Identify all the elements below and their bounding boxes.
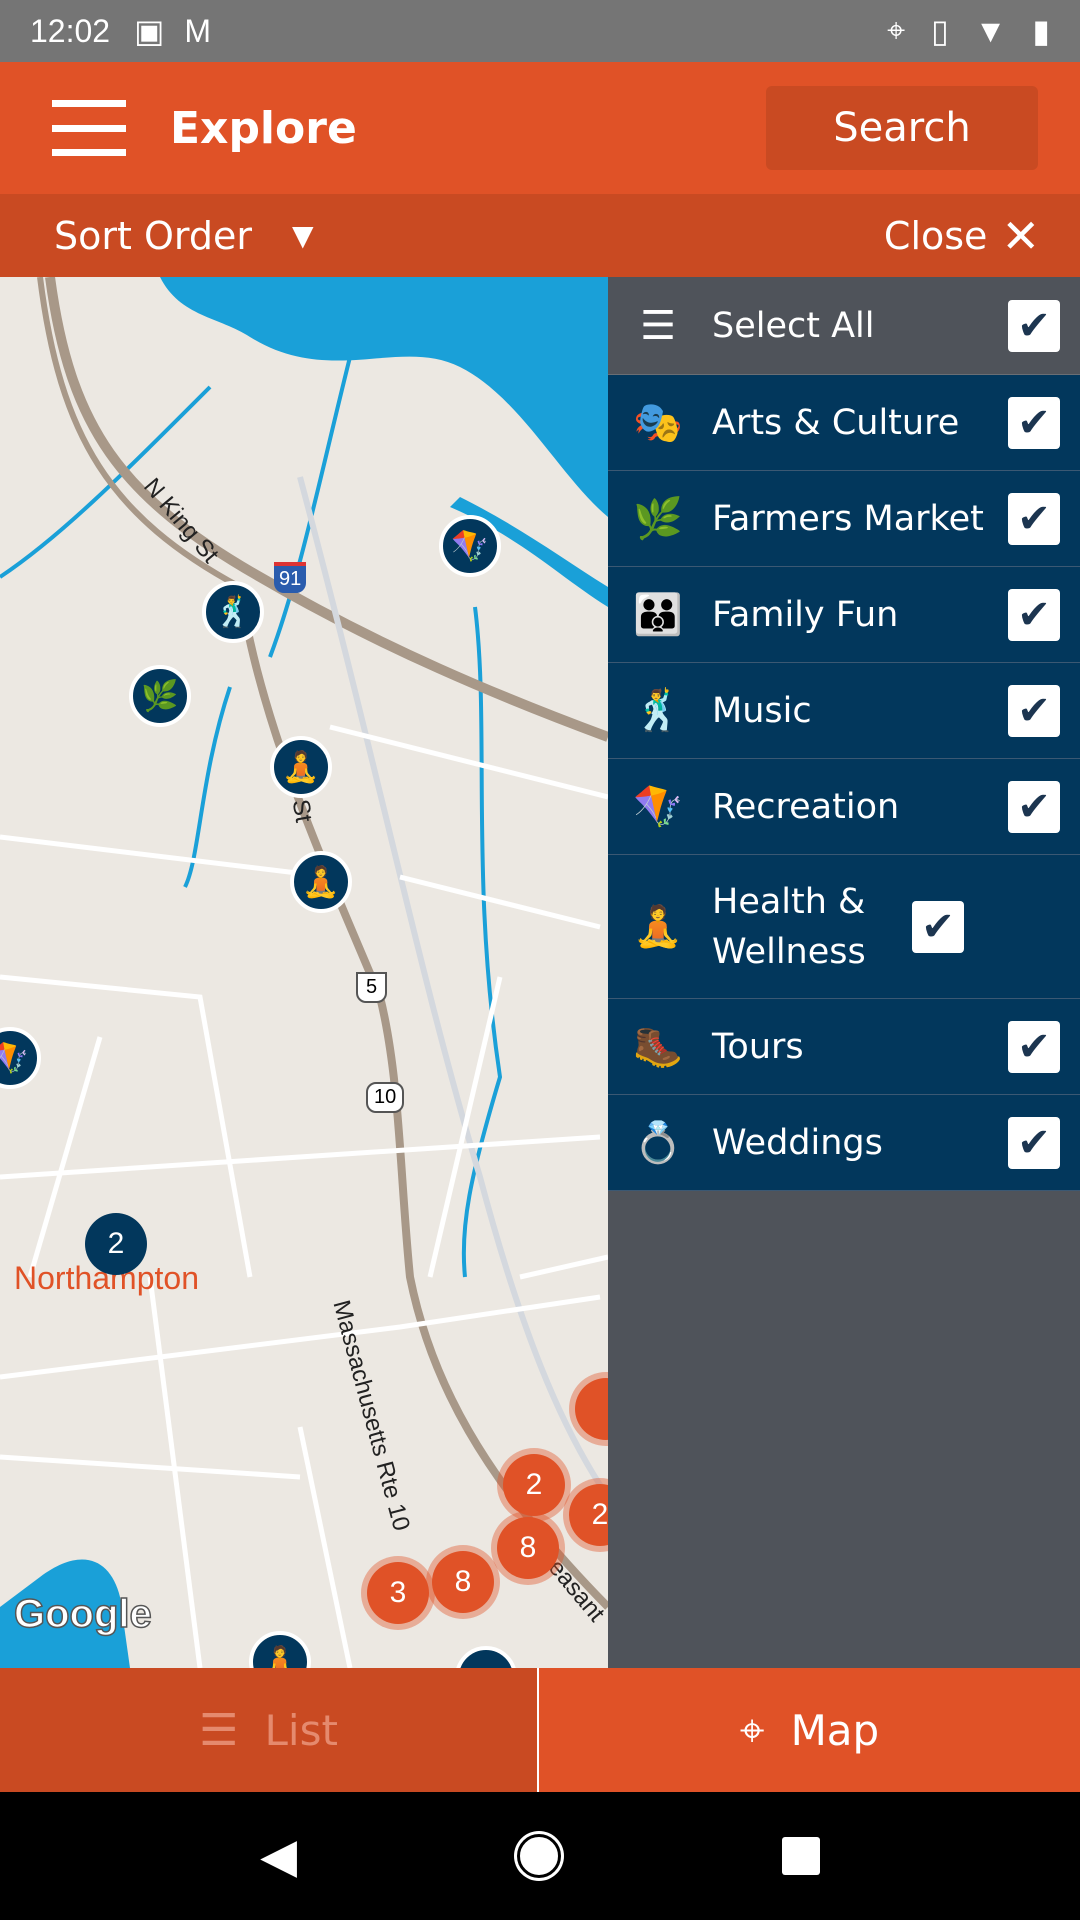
music-dancer-icon: 🕺 [633, 688, 683, 734]
filter-label: Arts & Culture [712, 402, 960, 443]
filter-farmers-market[interactable]: 🌿 Farmers Market ✔ [608, 471, 1080, 567]
map-cluster[interactable]: 2 [85, 1213, 147, 1275]
filter-label: Tours [712, 1026, 804, 1067]
map-tab[interactable]: ⌖ Map [539, 1668, 1080, 1792]
filter-label: Farmers Market [712, 498, 984, 539]
close-label: Close [883, 213, 988, 258]
checkbox[interactable]: ✔ [1008, 780, 1060, 833]
checkbox[interactable]: ✔ [1008, 684, 1060, 737]
wellness-marker[interactable]: 🧘 [270, 736, 332, 798]
menu-icon[interactable] [52, 100, 126, 156]
map-cluster[interactable]: 8 [497, 1517, 559, 1579]
filter-family-fun[interactable]: 👪 Family Fun ✔ [608, 567, 1080, 663]
map-cluster[interactable]: 2 [503, 1454, 565, 1516]
list-tab[interactable]: ☰ List [0, 1668, 539, 1792]
search-button[interactable]: Search [766, 86, 1038, 170]
filter-music[interactable]: 🕺 Music ✔ [608, 663, 1080, 759]
farmers-market-icon: 🌿 [633, 496, 683, 542]
close-icon: ✕ [1001, 208, 1040, 263]
checkbox[interactable]: ✔ [1008, 299, 1060, 352]
back-icon[interactable]: ◀ [260, 1828, 297, 1884]
route-shield: 5 [356, 972, 388, 1003]
battery-icon: ▮ [1032, 13, 1050, 49]
category-filter-panel: ☰ Select All ✔ 🎭 Arts & Culture ✔ 🌿 Farm… [608, 277, 1080, 1668]
google-logo: Google [13, 1591, 152, 1637]
kite-icon: 🪁 [633, 784, 683, 830]
vibrate-icon: ▯ [931, 13, 949, 49]
checkbox[interactable]: ✔ [1008, 396, 1060, 449]
filter-label: Recreation [712, 786, 900, 827]
interstate-shield: 91 [274, 562, 307, 593]
filter-weddings[interactable]: 💍 Weddings ✔ [608, 1095, 1080, 1191]
map-view[interactable]: N King St St Massachusetts Rte 10 easant… [0, 277, 608, 1668]
farmers-market-marker[interactable]: 🌿 [129, 665, 191, 727]
clock: 12:02 [30, 12, 111, 49]
checkbox[interactable]: ✔ [1008, 1116, 1060, 1169]
checkbox[interactable]: ✔ [912, 900, 964, 953]
filter-arts-culture[interactable]: 🎭 Arts & Culture ✔ [608, 375, 1080, 471]
filter-label: Health & Wellness [712, 881, 866, 972]
theater-masks-icon: 🎭 [633, 400, 683, 446]
stream [183, 686, 232, 888]
list-icon: ☰ [199, 1704, 239, 1756]
map-cluster[interactable]: 8 [432, 1551, 494, 1613]
image-icon: ▣ [134, 13, 165, 49]
route-shield: 10 [366, 1082, 405, 1113]
home-icon[interactable] [517, 1834, 562, 1878]
music-marker[interactable]: 🕺 [202, 581, 264, 643]
filter-tours[interactable]: 🥾 Tours ✔ [608, 999, 1080, 1095]
filter-label: Weddings [712, 1122, 883, 1163]
select-all-icon: ☰ [640, 302, 676, 349]
filter-recreation[interactable]: 🪁 Recreation ✔ [608, 759, 1080, 855]
hiker-icon: 🥾 [633, 1024, 683, 1070]
map-pin-icon: ⌖ [739, 1704, 765, 1756]
sort-order-label: Sort Order [54, 213, 252, 258]
system-nav-bar: ◀ [0, 1792, 1080, 1920]
map-cluster[interactable]: 3 [367, 1562, 429, 1624]
sort-bar: Sort Order ▼ Close ✕ [0, 194, 1080, 277]
rings-icon: 💍 [633, 1120, 683, 1166]
page-title: Explore [170, 102, 357, 154]
family-icon: 👪 [633, 592, 683, 638]
caret-down-icon: ▼ [291, 219, 314, 252]
map-tab-label: Map [790, 1705, 880, 1755]
recents-icon[interactable] [781, 1837, 820, 1875]
checkbox[interactable]: ✔ [1008, 492, 1060, 545]
gmail-icon: M [184, 12, 211, 49]
filter-label: Select All [712, 305, 875, 346]
status-bar: 12:02 ▣ M ⌖ ▯ ▼ ▮ [0, 0, 1080, 62]
wifi-icon: ▼ [974, 12, 1007, 49]
list-tab-label: List [264, 1705, 338, 1755]
wellness-icon: 🧘 [633, 904, 683, 950]
app-header: Explore Search [0, 62, 1080, 194]
filter-label: Family Fun [712, 594, 899, 635]
wellness-marker[interactable]: 🧘 [290, 851, 352, 913]
filter-label: Music [712, 690, 812, 731]
road-label: St [286, 797, 318, 825]
filter-health-wellness[interactable]: 🧘 Health & Wellness ✔ [608, 855, 1080, 999]
close-filter-button[interactable]: Close ✕ [884, 209, 1040, 263]
location-icon: ⌖ [887, 12, 906, 48]
view-toggle-bar: ☰ List ⌖ Map [0, 1668, 1080, 1792]
checkbox[interactable]: ✔ [1008, 1020, 1060, 1073]
checkbox[interactable]: ✔ [1008, 588, 1060, 641]
filter-select-all[interactable]: ☰ Select All ✔ [608, 277, 1080, 375]
recreation-marker[interactable]: 🪁 [439, 515, 501, 577]
sort-order-dropdown[interactable]: Sort Order ▼ [54, 214, 314, 258]
